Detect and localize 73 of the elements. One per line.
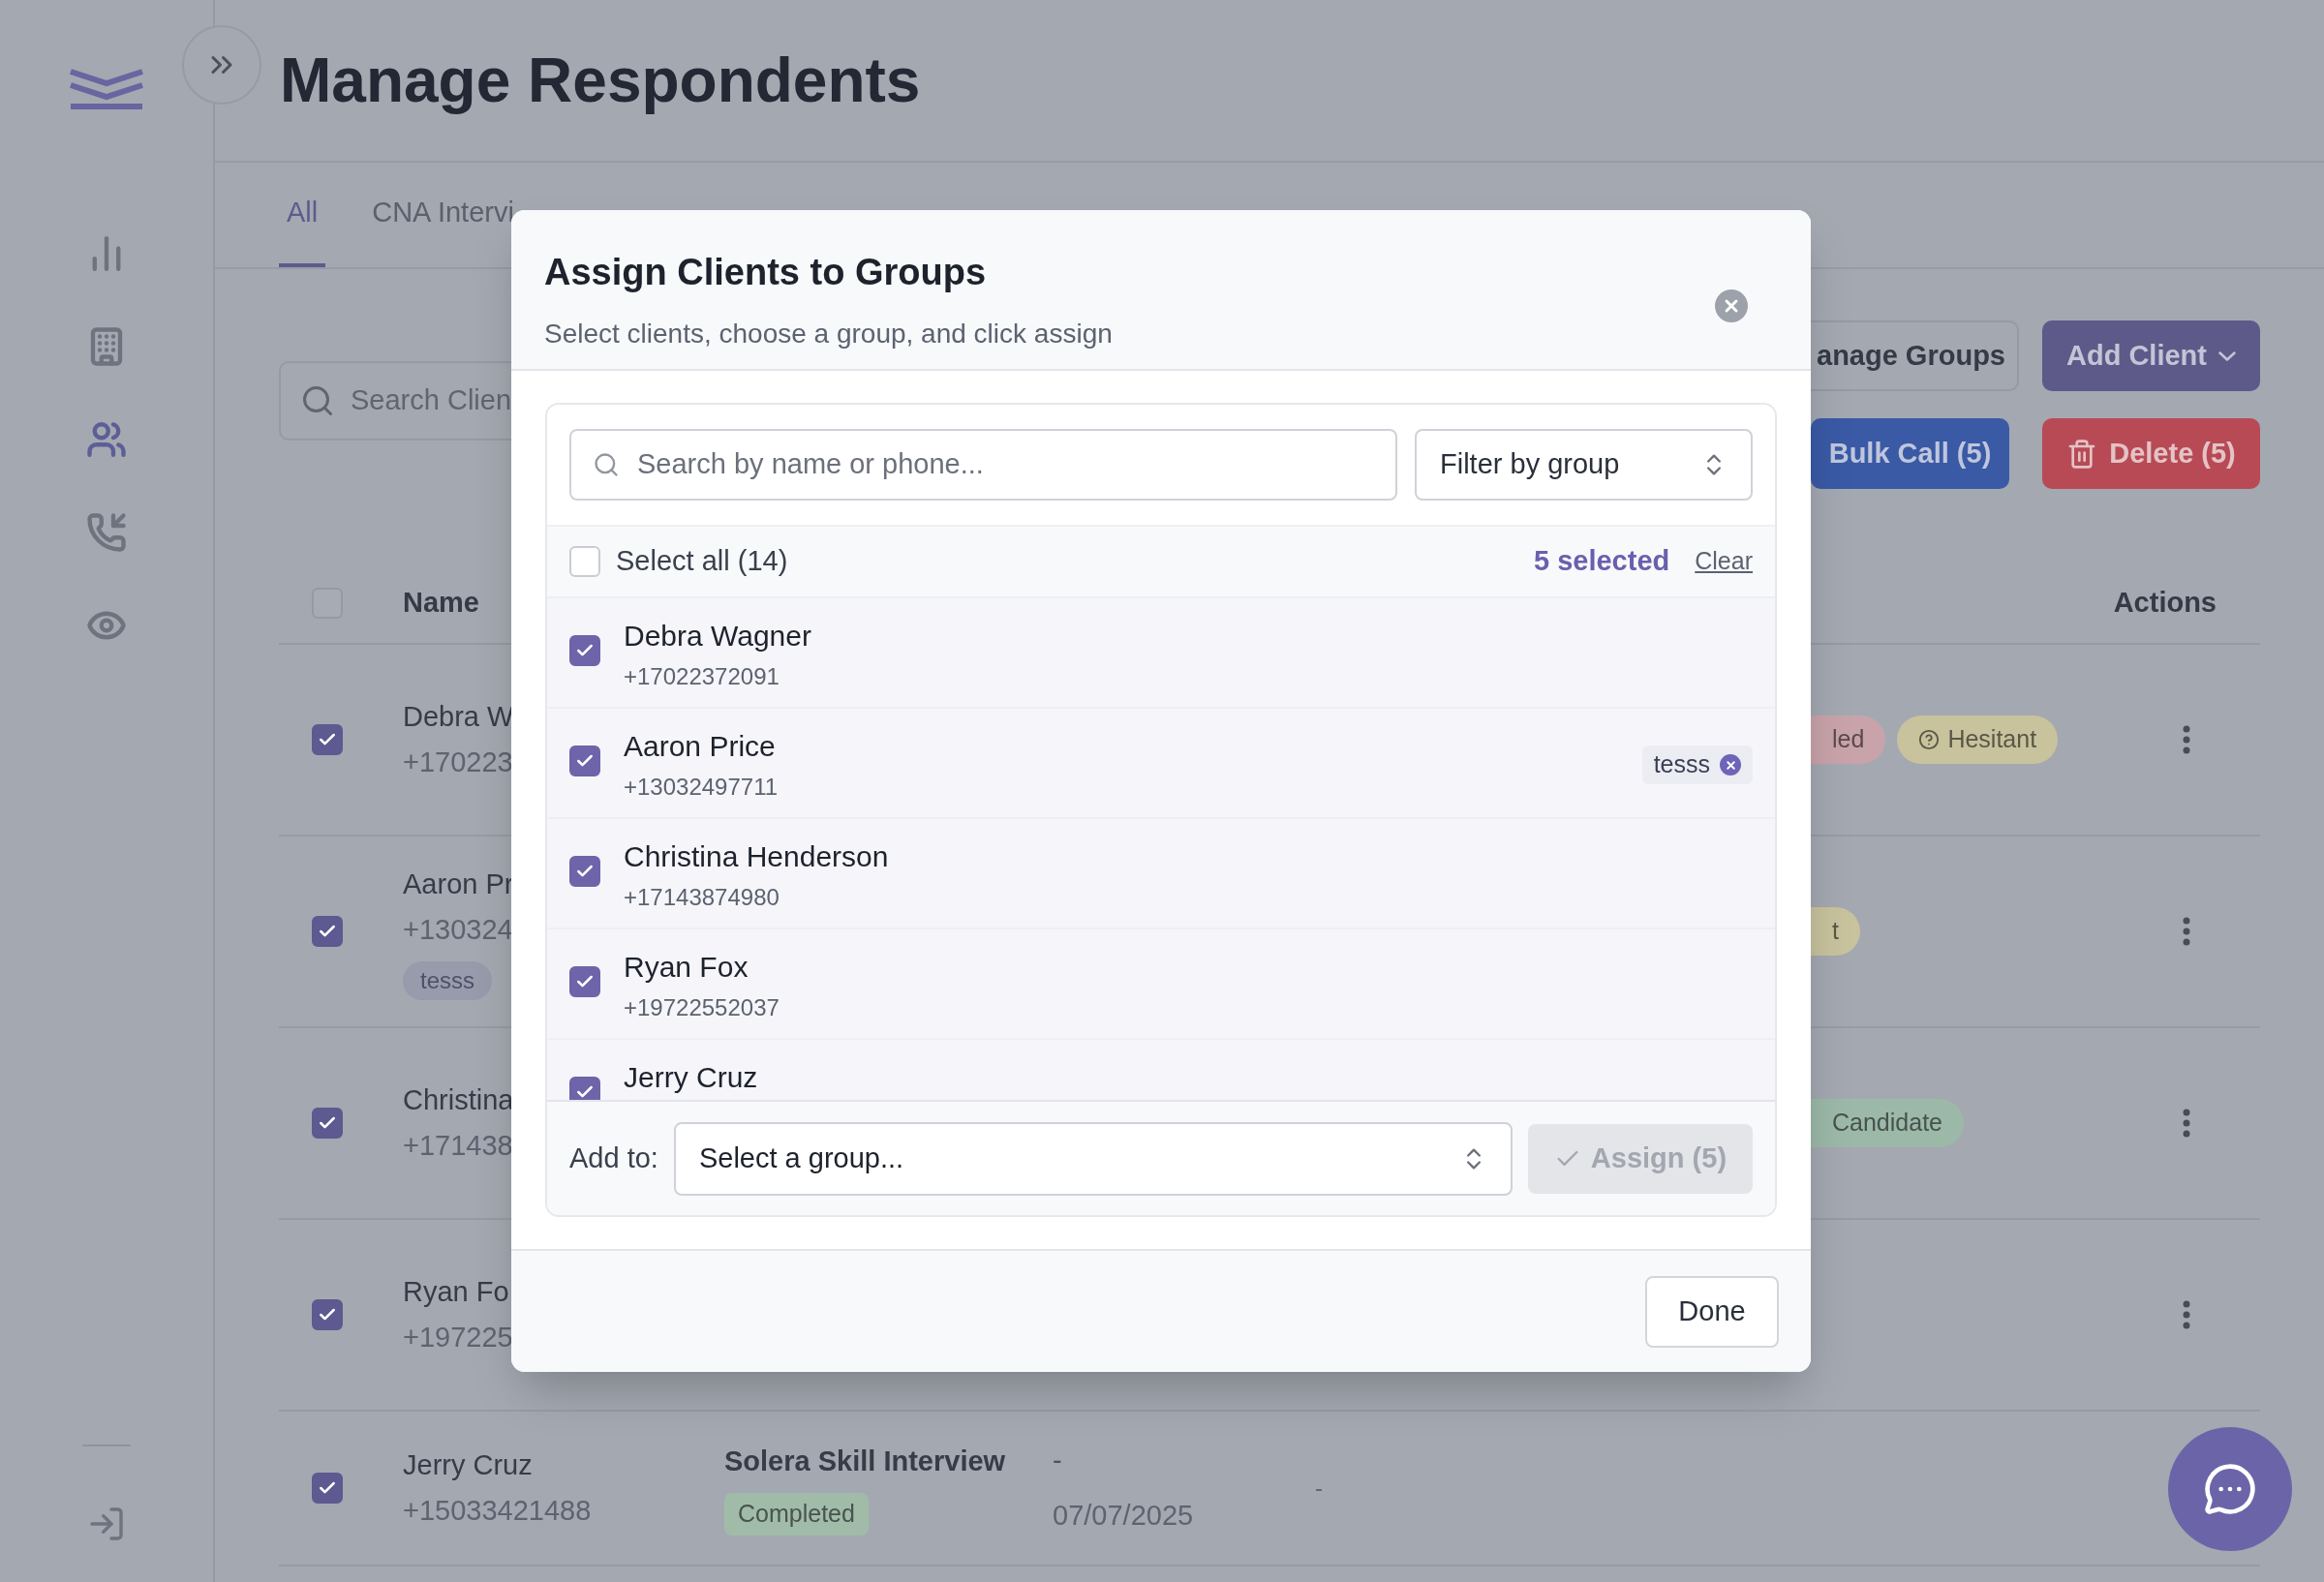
logo-icon xyxy=(69,68,144,112)
client-name: Christina xyxy=(403,1082,514,1117)
search-field[interactable]: Search by name or phone... xyxy=(569,429,1397,501)
client-phone: +197225 xyxy=(403,1321,513,1354)
client-phone: +130324 xyxy=(403,913,513,947)
add-to-label: Add to: xyxy=(569,1141,658,1175)
checkbox[interactable] xyxy=(569,966,600,997)
dialog-subtitle: Select clients, choose a group, and click assign xyxy=(544,318,1113,350)
client-phone: +170223 xyxy=(403,745,513,779)
page-title: Manage Respondents xyxy=(280,45,921,117)
done-button[interactable]: Done xyxy=(1645,1275,1779,1348)
client-name: Jerry Cruz xyxy=(624,1060,758,1095)
status-badge: led xyxy=(1811,715,1886,764)
status-badge: Completed xyxy=(724,1492,869,1536)
client-name: Ryan Fo xyxy=(403,1274,509,1309)
search-icon xyxy=(593,451,620,478)
client-phone: +171438 xyxy=(403,1129,513,1163)
checkbox[interactable] xyxy=(312,1108,343,1139)
client-phone: +15033421488 xyxy=(403,1494,592,1528)
checkbox[interactable] xyxy=(312,1473,343,1504)
client-name: Jerry Cruz xyxy=(403,1447,533,1482)
group-tag: tesss xyxy=(403,960,492,1000)
column-header: Actions xyxy=(2113,586,2217,621)
checkbox[interactable] xyxy=(569,856,600,887)
close-button[interactable] xyxy=(1715,289,1748,322)
delete-button[interactable]: Delete (5) xyxy=(2042,418,2260,489)
client-name: Debra W xyxy=(403,699,514,734)
status-badge: Candidate xyxy=(1811,1099,1964,1147)
client-phone: +17022372091 xyxy=(624,662,780,691)
client-phone: +17143874980 xyxy=(624,883,780,912)
help-icon xyxy=(1918,729,1941,750)
client-name: Debra Wagner xyxy=(624,619,811,654)
client-name: Ryan Fox xyxy=(624,950,749,985)
people-icon[interactable] xyxy=(86,419,127,460)
clear-link[interactable]: Clear xyxy=(1695,543,1753,580)
more-icon xyxy=(2183,1300,2190,1329)
checkbox[interactable] xyxy=(569,1077,600,1100)
column-header[interactable]: Name xyxy=(403,582,479,624)
client-phone: +19722552037 xyxy=(624,993,780,1022)
more-icon xyxy=(2183,1109,2190,1138)
status-badge: t xyxy=(1811,907,1860,956)
dialog-title: Assign Clients to Groups xyxy=(544,251,988,294)
tab[interactable]: CNA Intervi xyxy=(364,163,522,267)
checkbox[interactable] xyxy=(312,916,343,947)
phone-icon[interactable] xyxy=(86,512,127,553)
checkbox[interactable] xyxy=(569,635,600,666)
client-name: Aaron Pr xyxy=(403,867,514,901)
checkbox[interactable] xyxy=(569,745,600,776)
filter-select[interactable]: Filter by group xyxy=(1415,429,1753,501)
interview-name: Solera Skill Interview xyxy=(724,1445,1007,1479)
remove-tag-icon[interactable] xyxy=(1720,754,1741,776)
close-icon xyxy=(1724,758,1737,772)
more-icon xyxy=(2183,917,2190,946)
add-client-button[interactable]: Add Client xyxy=(2042,320,2260,391)
selected-count: 5 selected xyxy=(1534,544,1670,579)
chevron-down-icon xyxy=(2218,350,2236,361)
bulk-call-button[interactable]: Bulk Call (5) xyxy=(1811,418,2009,489)
checkbox[interactable] xyxy=(312,1299,343,1330)
select-all-label[interactable]: Select all (14) xyxy=(616,540,788,583)
table-cell: - xyxy=(1315,1475,1323,1501)
client-name: Aaron Price xyxy=(624,729,777,764)
tab[interactable]: All xyxy=(279,163,326,267)
checkbox[interactable] xyxy=(312,724,343,755)
date-text: 07/07/2025 xyxy=(1053,1499,1195,1533)
chat-icon xyxy=(2203,1462,2257,1516)
logout-icon[interactable] xyxy=(87,1505,126,1543)
table-cell-text: - xyxy=(1053,1443,1063,1477)
status-badge: Hesitant xyxy=(1897,715,2059,764)
more-icon xyxy=(2183,725,2190,754)
client-name: Christina Henderson xyxy=(624,839,889,874)
client-phone: +13032497711 xyxy=(624,773,779,802)
search-icon xyxy=(300,383,335,418)
group-select[interactable]: Select a group... xyxy=(673,1121,1513,1196)
